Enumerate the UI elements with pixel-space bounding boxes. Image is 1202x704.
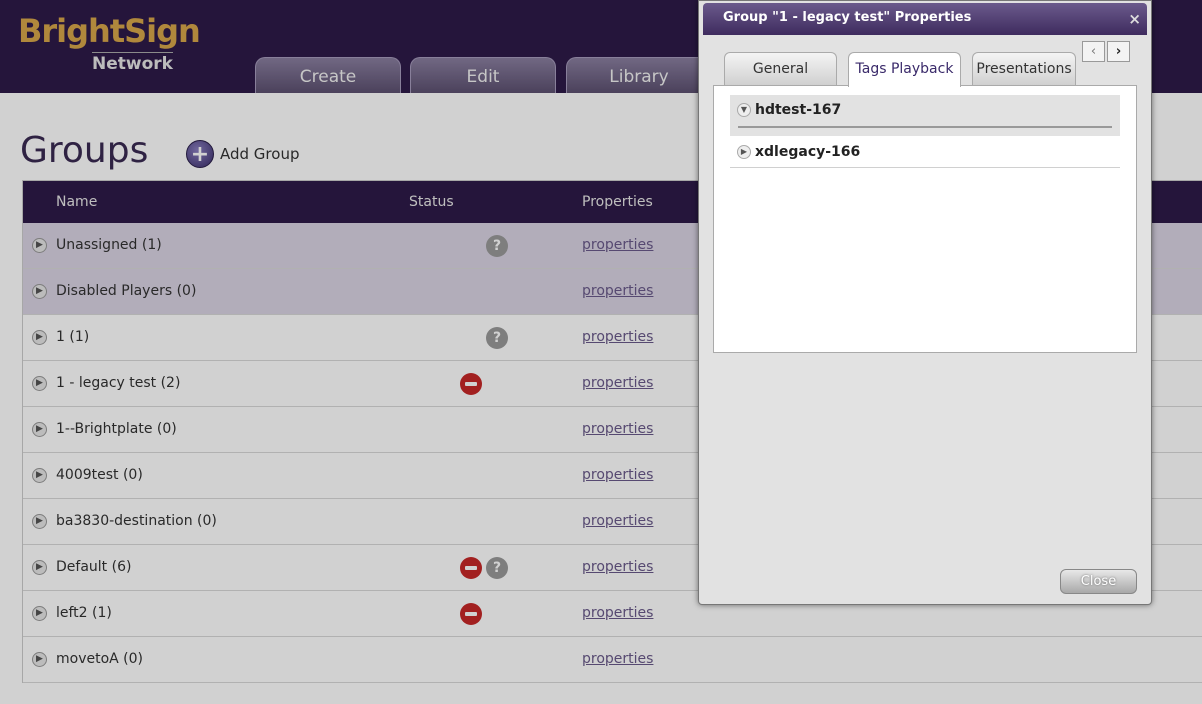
chevron-right-icon[interactable]: ▶ [737, 145, 751, 159]
chevron-down-icon[interactable]: ▼ [737, 103, 751, 117]
tag-label: xdlegacy-166 [755, 144, 861, 160]
tag-item-xdlegacy[interactable]: ▶ xdlegacy-166 [730, 137, 1120, 168]
close-button[interactable]: Close [1060, 569, 1137, 594]
tab-scroll-right-button[interactable]: › [1107, 41, 1130, 62]
group-properties-dialog: Group "1 - legacy test" Properties × Gen… [698, 0, 1152, 605]
tab-tags-playback[interactable]: Tags Playback [848, 52, 961, 87]
tag-item-hdtest[interactable]: ▼ hdtest-167 [730, 95, 1120, 136]
tab-scroll-left-button[interactable]: ‹ [1082, 41, 1105, 62]
tag-divider [738, 126, 1112, 128]
dialog-title: Group "1 - legacy test" Properties [703, 3, 1147, 35]
tab-presentations[interactable]: Presentations [972, 52, 1076, 86]
close-icon[interactable]: × [1128, 10, 1141, 28]
tags-playback-panel: ▼ hdtest-167 ▶ xdlegacy-166 [713, 85, 1137, 353]
tag-label: hdtest-167 [755, 102, 842, 118]
tab-general[interactable]: General [724, 52, 837, 86]
